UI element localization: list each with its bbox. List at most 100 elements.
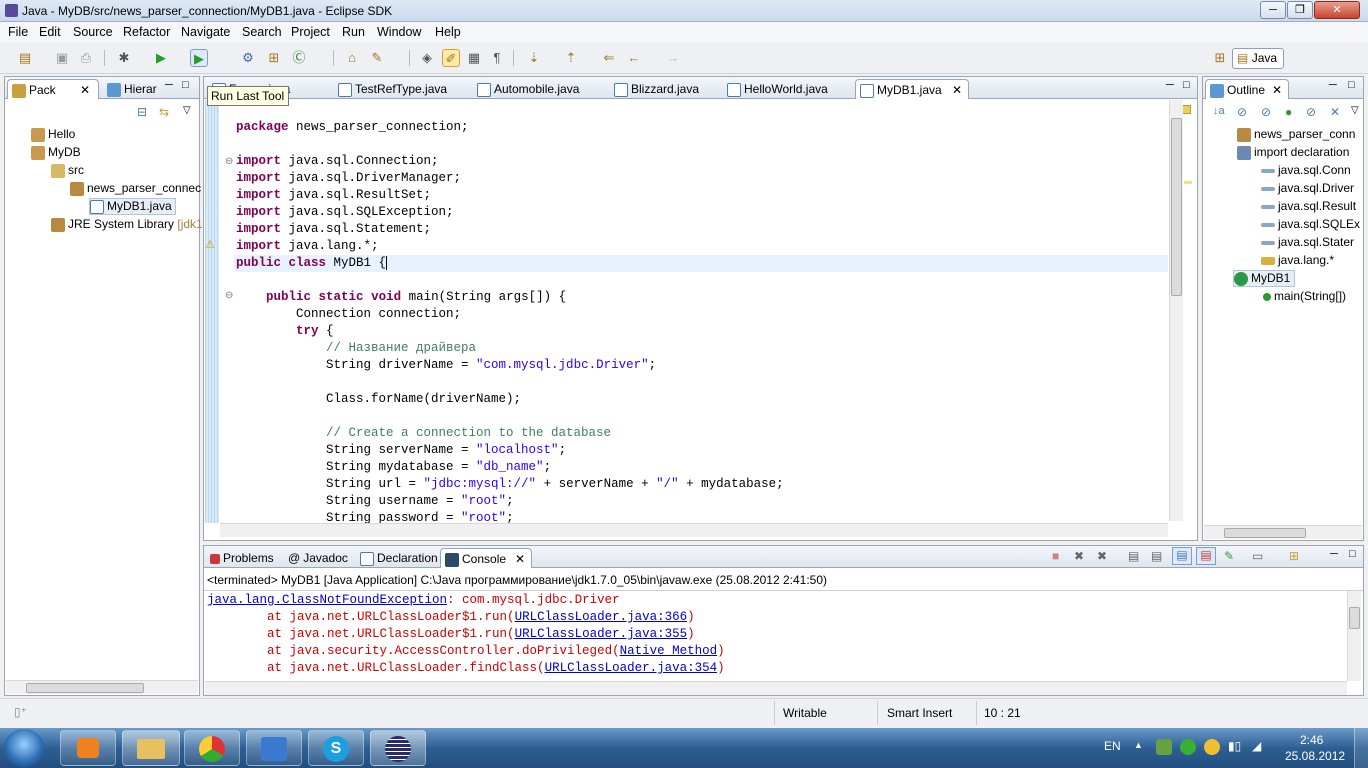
remove-launch-icon[interactable]: ✖ [1074, 549, 1084, 563]
tree-item-mydb[interactable]: MyDB [31, 145, 81, 160]
code-line[interactable]: Connection connection; [236, 306, 461, 323]
back-icon[interactable]: ← [625, 49, 643, 67]
link-with-editor-icon[interactable]: ⇆ [159, 105, 169, 119]
tray-icon[interactable] [1204, 739, 1220, 755]
open-type-icon[interactable]: ⌂ [343, 49, 361, 67]
menu-source[interactable]: Source [73, 25, 113, 39]
tab-console[interactable]: Console ✕ [440, 548, 532, 568]
code-line[interactable]: public static void main(String args[]) { [236, 289, 566, 306]
debug-icon[interactable]: ✱ [115, 49, 133, 67]
external-tools-icon[interactable]: ▶ [190, 49, 208, 67]
code-line[interactable]: import java.sql.ResultSet; [236, 187, 431, 204]
close-icon[interactable]: ✕ [1272, 80, 1282, 100]
outline-item-method[interactable]: main(String[]) [1263, 289, 1346, 303]
tree-item-package[interactable]: news_parser_connec [70, 181, 201, 196]
maximize-view-icon[interactable]: □ [1348, 79, 1355, 91]
code-line[interactable]: import java.sql.DriverManager; [236, 170, 461, 187]
view-menu-icon[interactable]: ▽ [183, 105, 191, 116]
forward-icon[interactable]: → [664, 49, 682, 67]
tab-testreftype[interactable]: TestRefType.java [334, 79, 472, 99]
tree-item-hello[interactable]: Hello [31, 127, 75, 142]
code-line[interactable]: import java.lang.*; [236, 238, 379, 255]
hide-fields-icon[interactable]: ⊘ [1237, 105, 1247, 119]
minimize-button[interactable]: ─ [1260, 1, 1286, 19]
tree-item-jre[interactable]: JRE System Library [jdk1. [51, 217, 206, 232]
taskbar-skype[interactable]: S [308, 730, 364, 766]
new-class-icon[interactable]: Ⓒ [290, 49, 308, 67]
code-line[interactable]: String url = "jdbc:mysql://" + serverNam… [236, 476, 784, 493]
maximize-view-icon[interactable]: □ [1349, 548, 1356, 560]
maximize-view-icon[interactable]: □ [1183, 79, 1190, 91]
outline-item-import[interactable]: java.sql.SQLEx [1261, 217, 1360, 231]
taskbar-app[interactable] [246, 730, 302, 766]
volume-icon[interactable]: ◢ [1252, 739, 1268, 755]
tab-javadoc[interactable]: @ Javadoc [284, 548, 354, 568]
console-link[interactable]: URLClassLoader.java:354 [545, 661, 718, 675]
tab-helloworld[interactable]: HelloWorld.java [723, 79, 855, 99]
close-icon[interactable]: ✕ [515, 549, 525, 569]
minimize-view-icon[interactable]: ─ [165, 79, 173, 91]
menu-edit[interactable]: Edit [39, 25, 61, 39]
last-edit-icon[interactable]: ⇐ [600, 49, 618, 67]
run-icon[interactable]: ▶ [152, 49, 170, 67]
scroll-thumb[interactable] [1224, 528, 1306, 538]
clock-date[interactable]: 25.08.2012 [1285, 749, 1345, 763]
fold-icon[interactable]: ⊖ [225, 290, 233, 301]
code-line[interactable]: String driverName = "com.mysql.jdbc.Driv… [236, 357, 656, 374]
tray-expand-icon[interactable]: ▲ [1134, 740, 1143, 750]
vertical-scrollbar[interactable] [1169, 100, 1183, 521]
tab-blizzard[interactable]: Blizzard.java [610, 79, 722, 99]
java-perspective-button[interactable]: ▤ Java [1232, 48, 1284, 69]
title-bar[interactable]: Java - MyDB/src/news_parser_connection/M… [0, 0, 1368, 22]
outline-item-import[interactable]: java.sql.Conn [1261, 163, 1351, 177]
focus-icon[interactable]: ✕ [1330, 105, 1340, 119]
tray-icon[interactable] [1156, 739, 1172, 755]
menu-refactor[interactable]: Refactor [123, 25, 170, 39]
open-perspective-icon[interactable]: ⊞ [1211, 49, 1229, 67]
sort-icon[interactable]: ↓a [1213, 105, 1225, 117]
console-link[interactable]: URLClassLoader.java:355 [515, 627, 688, 641]
collapse-all-icon[interactable]: ⊟ [137, 105, 147, 119]
warning-icon[interactable]: ⚠ [205, 238, 219, 254]
fold-icon[interactable]: ⊖ [225, 156, 233, 167]
fast-view-icon[interactable]: ▯⁺ [14, 705, 27, 719]
start-button[interactable] [4, 729, 44, 767]
outline-item-import[interactable]: java.sql.Stater [1261, 235, 1354, 249]
tree-item-src[interactable]: src [51, 163, 84, 178]
open-console-icon[interactable]: ⊞ [1289, 549, 1299, 563]
show-stderr-icon[interactable]: ▤ [1196, 547, 1216, 565]
show-stdout-icon[interactable]: ▤ [1172, 547, 1192, 565]
terminate-icon[interactable]: ■ [1052, 549, 1059, 563]
taskbar-explorer[interactable] [122, 730, 180, 766]
code-line[interactable]: // Create a connection to the database [236, 425, 611, 442]
maximize-view-icon[interactable]: □ [182, 79, 189, 91]
outline-item-import[interactable]: java.lang.* [1261, 253, 1334, 267]
view-menu-icon[interactable]: ▽ [1351, 105, 1359, 116]
outline-item-class[interactable]: MyDB1 [1233, 270, 1296, 287]
search-icon[interactable]: ✎ [368, 49, 386, 67]
horizontal-scrollbar[interactable] [220, 523, 1168, 537]
scroll-thumb[interactable] [1171, 118, 1182, 296]
tab-outline[interactable]: Outline ✕ [1205, 79, 1289, 99]
toggle-mark-occurrences-icon[interactable]: ◈ [418, 49, 436, 67]
new-icon[interactable]: ▤ [16, 49, 34, 67]
code-line[interactable]: try { [236, 323, 334, 340]
outline-item-import[interactable]: java.sql.Result [1261, 199, 1356, 213]
tab-hierarchy[interactable]: Hierar [103, 79, 163, 99]
vertical-scrollbar[interactable] [1347, 591, 1361, 681]
taskbar-eclipse[interactable] [370, 730, 426, 766]
code-line[interactable]: String mydatabase = "db_name"; [236, 459, 551, 476]
clear-console-icon[interactable]: ▤ [1128, 549, 1139, 563]
remove-all-icon[interactable]: ✖ [1097, 549, 1107, 563]
menu-project[interactable]: Project [291, 25, 330, 39]
minimize-view-icon[interactable]: ─ [1330, 548, 1338, 560]
code-line[interactable]: String username = "root"; [236, 493, 514, 510]
language-indicator[interactable]: EN [1104, 739, 1121, 753]
previous-annotation-icon[interactable]: ⇡ [562, 49, 580, 67]
maximize-button[interactable]: ❐ [1287, 1, 1313, 19]
scroll-thumb[interactable] [1349, 607, 1360, 629]
tab-package-explorer[interactable]: Pack ✕ [7, 79, 99, 99]
horizontal-scrollbar[interactable] [6, 680, 198, 694]
code-line[interactable]: // Название драйвера [236, 340, 476, 357]
scroll-lock-icon[interactable]: ▤ [1151, 549, 1162, 563]
